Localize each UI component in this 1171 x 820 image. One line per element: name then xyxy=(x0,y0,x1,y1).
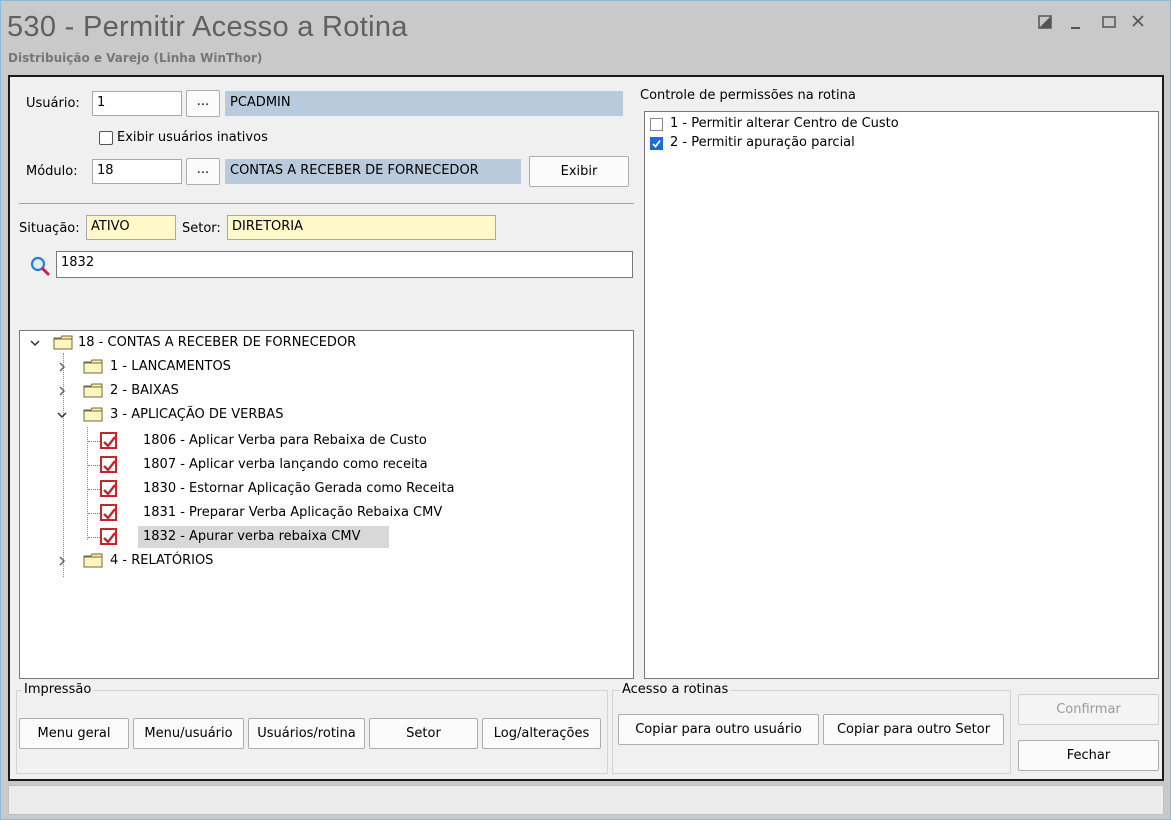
tree-node-label: 4 - RELATÓRIOS xyxy=(110,553,214,568)
routine-label: 1807 - Aplicar verba lançando como recei… xyxy=(143,457,428,472)
user-label: Usuário: xyxy=(26,96,80,111)
setor-field: DIRETORIA xyxy=(227,215,496,240)
menu-usuario-button[interactable]: Menu/usuário xyxy=(133,718,244,749)
chevron-right-icon[interactable] xyxy=(57,361,67,373)
folder-icon xyxy=(83,407,103,422)
status-bar xyxy=(8,785,1164,815)
tree-node-routine[interactable]: 1807 - Aplicar verba lançando como recei… xyxy=(20,454,520,476)
situacao-label: Situação: xyxy=(19,221,80,236)
user-name-field: PCADMIN xyxy=(225,91,623,116)
chevron-down-icon[interactable] xyxy=(30,337,40,349)
show-inactive-checkbox[interactable] xyxy=(99,131,113,145)
maximize-icon[interactable] xyxy=(1100,13,1122,33)
routine-checkbox[interactable] xyxy=(100,504,117,521)
routine-checkbox[interactable] xyxy=(100,456,117,473)
folder-icon xyxy=(53,335,73,350)
tree-node-group[interactable]: 1 - LANCAMENTOS xyxy=(20,356,420,378)
routine-tree: 18 - CONTAS A RECEBER DE FORNECEDOR 1 - … xyxy=(19,330,634,679)
copy-to-sector-button[interactable]: Copiar para outro Setor xyxy=(823,714,1004,745)
client-area: Usuário: 1 ... PCADMIN Exibir usuários i… xyxy=(8,75,1164,781)
permissions-title: Controle de permissões na rotina xyxy=(640,88,856,103)
search-icon xyxy=(29,255,51,277)
user-code-input[interactable]: 1 xyxy=(92,91,182,116)
tree-node-routine[interactable]: 1830 - Estornar Aplicação Gerada como Re… xyxy=(20,478,520,500)
tree-node-group[interactable]: 2 - BAIXAS xyxy=(20,380,420,402)
usuarios-rotina-button[interactable]: Usuários/rotina xyxy=(248,718,365,749)
menu-geral-button[interactable]: Menu geral xyxy=(19,718,129,749)
module-code-input[interactable]: 18 xyxy=(92,159,182,184)
permission-checkbox[interactable] xyxy=(650,118,663,131)
tree-node-routine-selected[interactable]: 1832 - Apurar verba rebaixa CMV xyxy=(20,526,520,548)
routine-checkbox[interactable] xyxy=(100,432,117,449)
tree-node-root[interactable]: 18 - CONTAS A RECEBER DE FORNECEDOR xyxy=(20,332,420,354)
permission-label: 1 - Permitir alterar Centro de Custo xyxy=(670,116,899,131)
folder-icon xyxy=(83,383,103,398)
search-input[interactable]: 1832 xyxy=(56,251,633,278)
routine-label: 1806 - Aplicar Verba para Rebaixa de Cus… xyxy=(143,433,427,448)
user-lookup-button[interactable]: ... xyxy=(186,90,220,117)
module-label: Módulo: xyxy=(26,164,78,179)
routine-label: 1830 - Estornar Aplicação Gerada como Re… xyxy=(143,481,455,496)
tree-node-label: 18 - CONTAS A RECEBER DE FORNECEDOR xyxy=(78,335,357,350)
folder-icon xyxy=(83,359,103,374)
routine-checkbox[interactable] xyxy=(100,480,117,497)
restore-icon[interactable] xyxy=(1037,13,1059,33)
tree-node-group[interactable]: 4 - RELATÓRIOS xyxy=(20,550,420,572)
chevron-right-icon[interactable] xyxy=(57,385,67,397)
permission-label: 2 - Permitir apuração parcial xyxy=(670,135,855,150)
impressao-title: Impressão xyxy=(22,682,94,697)
tree-node-routine[interactable]: 1806 - Aplicar Verba para Rebaixa de Cus… xyxy=(20,430,520,452)
tree-node-group[interactable]: 3 - APLICAÇÃO DE VERBAS xyxy=(20,404,420,426)
module-lookup-button[interactable]: ... xyxy=(186,158,220,185)
log-alteracoes-button[interactable]: Log/alterações xyxy=(482,718,601,749)
minimize-icon[interactable] xyxy=(1068,13,1090,33)
chevron-down-icon[interactable] xyxy=(57,409,67,421)
tree-node-label: 3 - APLICAÇÃO DE VERBAS xyxy=(110,407,284,422)
folder-icon xyxy=(83,553,103,568)
routine-checkbox[interactable] xyxy=(100,528,117,545)
permissions-list: 1 - Permitir alterar Centro de Custo 2 -… xyxy=(644,111,1159,679)
tree-node-label: 2 - BAIXAS xyxy=(110,383,179,398)
copy-to-user-button[interactable]: Copiar para outro usuário xyxy=(618,714,819,745)
show-button[interactable]: Exibir xyxy=(529,156,629,187)
permission-checkbox[interactable] xyxy=(650,137,663,150)
divider xyxy=(19,203,634,204)
tree-node-label: 1 - LANCAMENTOS xyxy=(110,359,231,374)
routine-label: 1831 - Preparar Verba Aplicação Rebaixa … xyxy=(143,505,443,520)
setor-label: Setor: xyxy=(182,221,221,236)
show-inactive-label: Exibir usuários inativos xyxy=(117,130,268,145)
setor-button[interactable]: Setor xyxy=(369,718,478,749)
confirm-button[interactable]: Confirmar xyxy=(1018,694,1159,725)
window-subtitle: Distribuição e Varejo (Linha WinThor) xyxy=(8,51,263,65)
close-icon[interactable] xyxy=(1129,13,1151,33)
window-title: 530 - Permitir Acesso a Rotina xyxy=(7,11,408,43)
tree-node-routine[interactable]: 1831 - Preparar Verba Aplicação Rebaixa … xyxy=(20,502,520,524)
routine-label: 1832 - Apurar verba rebaixa CMV xyxy=(143,529,361,544)
situacao-field: ATIVO xyxy=(86,215,176,240)
app-window: 530 - Permitir Acesso a Rotina Distribui… xyxy=(0,0,1171,820)
acesso-title: Acesso a rotinas xyxy=(620,682,731,697)
module-name-field: CONTAS A RECEBER DE FORNECEDOR xyxy=(225,159,521,184)
chevron-right-icon[interactable] xyxy=(57,555,67,567)
close-button[interactable]: Fechar xyxy=(1018,740,1159,771)
